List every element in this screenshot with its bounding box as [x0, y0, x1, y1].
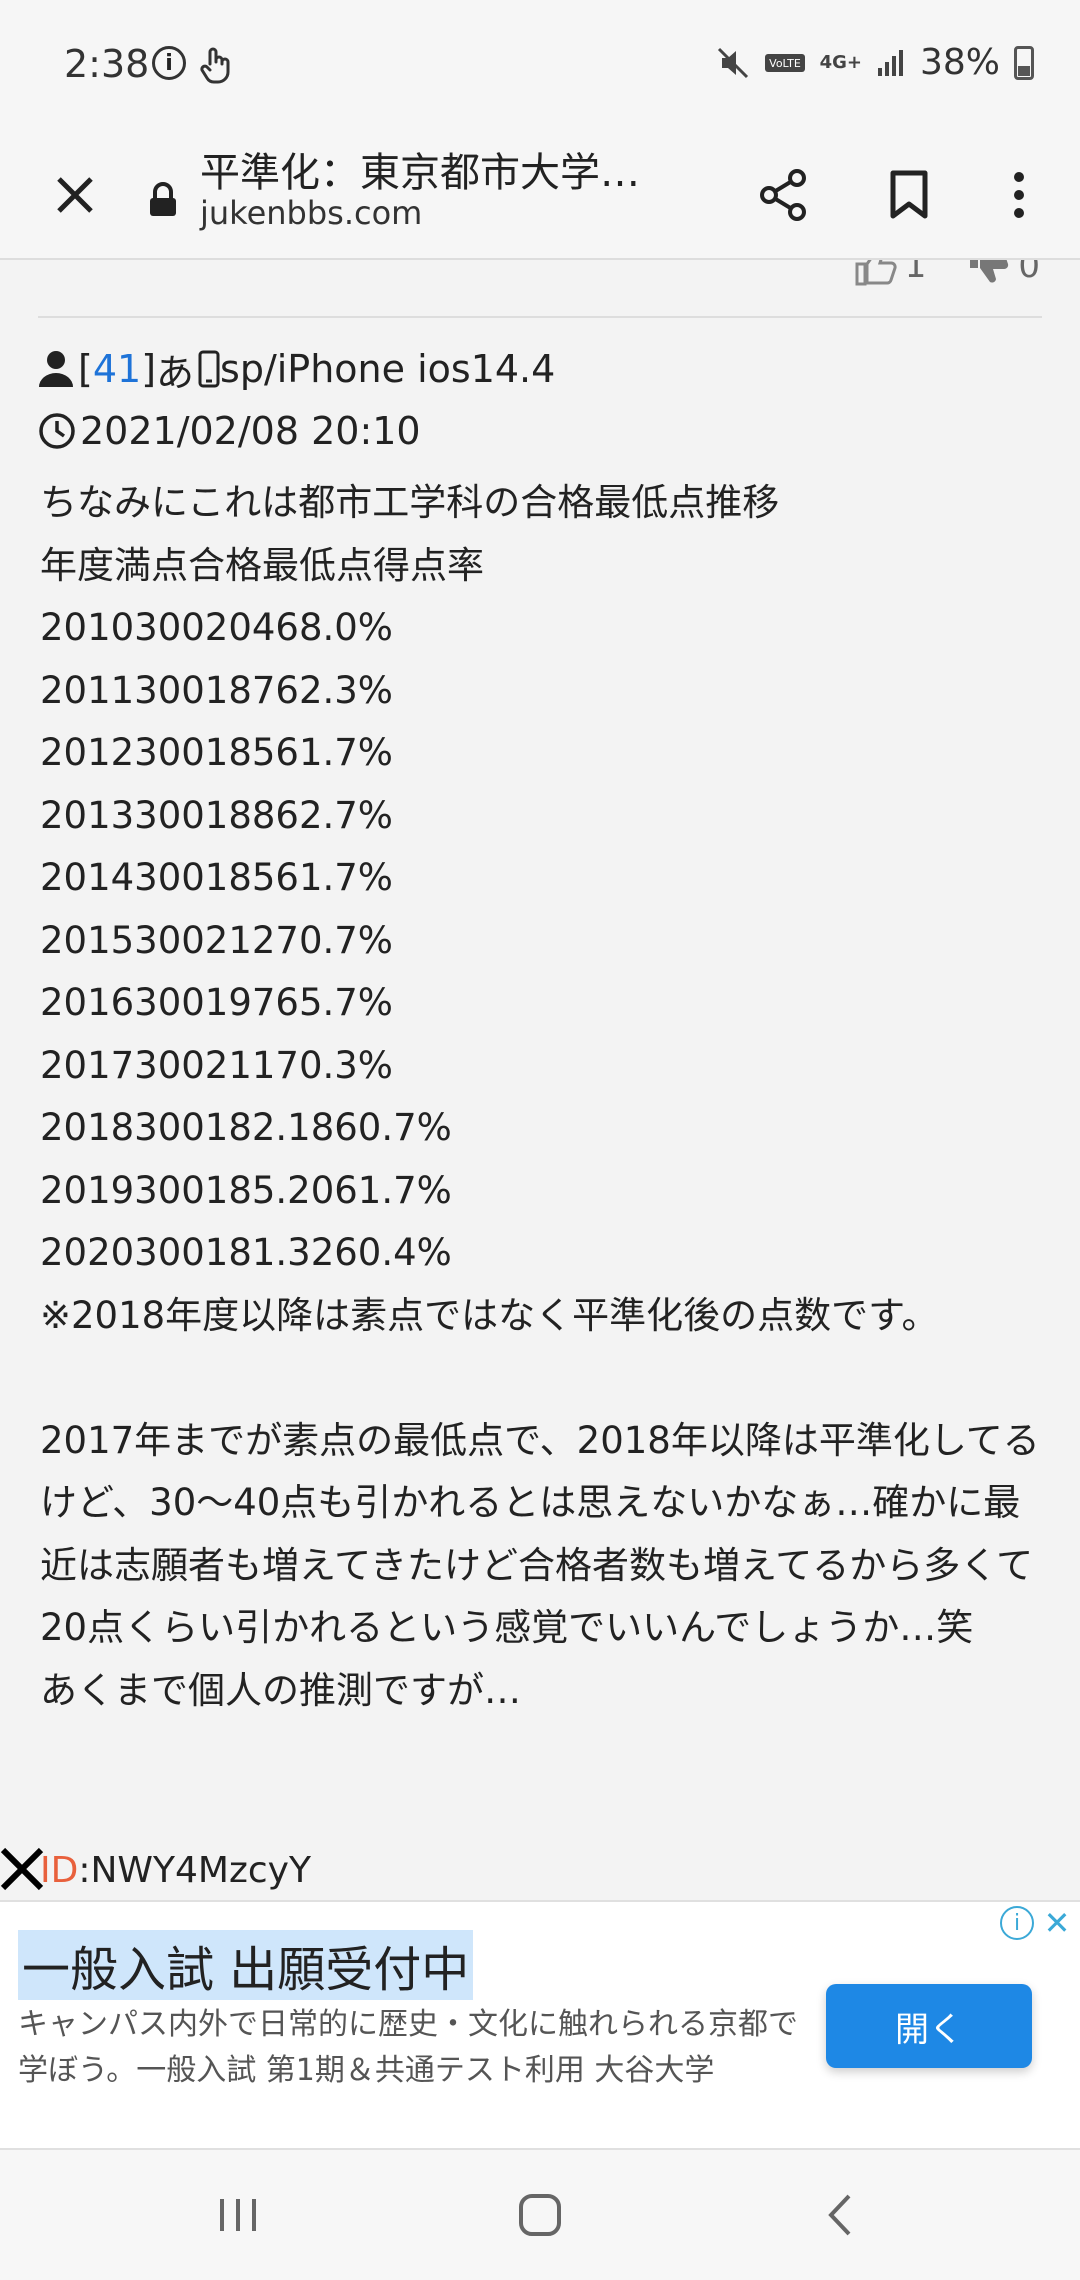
- close-icon: [57, 177, 93, 213]
- share-button[interactable]: [748, 160, 818, 230]
- status-time: 2:38: [64, 42, 150, 86]
- battery-percent: 38%: [919, 42, 1000, 83]
- ad-info-icon[interactable]: i: [1000, 1906, 1034, 1940]
- signal-icon: [877, 49, 903, 76]
- post-line: 201230018561.7%: [40, 731, 393, 774]
- browser-toolbar: 平準化：東京都市大学… jukenbbs.com: [0, 130, 1080, 260]
- page-content: 1 0 [41] あ sp/iPhone ios14.4 2021/02/08 …: [0, 260, 1080, 1900]
- post-line: 2018300182.1860.7%: [40, 1106, 452, 1149]
- lock-icon: [150, 182, 176, 216]
- ad-dismiss-button[interactable]: [0, 1845, 44, 1901]
- status-left-icons: i: [152, 46, 232, 84]
- user-icon: [39, 351, 73, 387]
- post-number-bracket: [: [78, 347, 93, 391]
- post-author-row: [41] あ sp/iPhone ios14.4: [38, 338, 555, 400]
- network-icon: 4G+: [819, 52, 862, 73]
- post-author: あ: [156, 350, 195, 395]
- post-line: 201030020468.0%: [40, 606, 393, 649]
- ad-close-icon[interactable]: ✕: [1040, 1904, 1074, 1942]
- post-line: ちなみにこれは都市工学科の合格最低点推移: [40, 481, 780, 524]
- back-icon: [828, 2194, 851, 2236]
- touch-icon: [200, 47, 230, 84]
- volte-icon: VoLTE: [764, 53, 805, 72]
- info-icon: i: [152, 46, 186, 80]
- post-line: 2020300181.3260.4%: [40, 1231, 452, 1274]
- svg-text:VoLTE: VoLTE: [769, 57, 801, 70]
- post-line: 201430018561.7%: [40, 856, 393, 899]
- bookmark-button[interactable]: [874, 160, 944, 230]
- thumbs-up-icon: [855, 260, 897, 286]
- ad-open-button[interactable]: 開く: [826, 1984, 1032, 2068]
- post-meta: [41] あ sp/iPhone ios14.4 2021/02/08 20:10: [38, 338, 555, 462]
- smartphone-icon: [198, 350, 220, 388]
- post-line: 201630019765.7%: [40, 981, 393, 1024]
- post-line: 201130018762.3%: [40, 668, 393, 712]
- close-icon: [0, 1847, 44, 1891]
- thumbs-down-icon: [970, 260, 1009, 283]
- downvote-count: 0: [1018, 260, 1040, 286]
- post-line: 年度満点合格最低点得点率: [40, 543, 484, 587]
- post-time-row: 2021/02/08 20:10: [38, 400, 555, 462]
- post-number-link[interactable]: 41: [93, 347, 141, 391]
- close-button[interactable]: [40, 160, 110, 230]
- status-right-icons: VoLTE 4G+ 38%: [716, 42, 1034, 83]
- share-icon: [760, 169, 806, 221]
- post-device: sp/iPhone ios14.4: [220, 347, 556, 391]
- post-paragraph: 2017年までが素点の最低点で、2018年以降は平準化してるけど、30〜40点も…: [40, 1418, 1040, 1650]
- post-id-value: :NWY4MzcyY: [78, 1850, 311, 1891]
- post-line: 201730021170.3%: [40, 1043, 393, 1087]
- post-id-label: ID: [40, 1850, 79, 1891]
- post-line: 201330018862.7%: [40, 793, 393, 837]
- page-domain[interactable]: jukenbbs.com: [200, 194, 422, 232]
- recents-button[interactable]: [198, 2180, 278, 2250]
- system-nav-bar: [0, 2150, 1080, 2280]
- post-id: ID:NWY4MzcyY: [40, 1850, 311, 1891]
- ad-banner[interactable]: i ✕ 一般入試 出願受付中 キャンパス内外で日常的に歴史・文化に触れられる京都…: [0, 1900, 1080, 2150]
- post-number-bracket-close: ]: [141, 347, 157, 391]
- post-timestamp: 2021/02/08 20:10: [80, 409, 421, 453]
- bookmark-icon: [890, 170, 928, 219]
- battery-icon: [1014, 45, 1034, 80]
- more-menu-button[interactable]: [984, 160, 1054, 230]
- home-icon: [519, 2194, 561, 2236]
- status-bar: 2:38 i VoLTE 4G+ 38%: [0, 0, 1080, 130]
- ad-description: キャンパス内外で日常的に歴史・文化に触れられる京都で学ぼう。一般入試 第1期＆共…: [18, 2007, 798, 2088]
- post-line: ※2018年度以降は素点ではなく平準化後の点数です。: [40, 1293, 939, 1337]
- recents-icon: [220, 2199, 256, 2231]
- post-line: 201530021270.7%: [40, 918, 393, 962]
- clock-icon: [39, 413, 75, 449]
- post-divider: [38, 316, 1042, 318]
- page-title[interactable]: 平準化：東京都市大学…: [200, 140, 680, 198]
- downvote-button[interactable]: 0: [966, 260, 1040, 286]
- back-button[interactable]: [800, 2180, 880, 2250]
- home-button[interactable]: [500, 2180, 580, 2250]
- post-line: 2019300185.2061.7%: [40, 1168, 452, 1212]
- upvote-count: 1: [904, 260, 927, 286]
- post-body: ちなみにこれは都市工学科の合格最低点推移 年度満点合格最低点得点率 201030…: [40, 472, 1050, 1722]
- more-icon: [1014, 172, 1024, 218]
- upvote-button[interactable]: 1: [853, 260, 927, 286]
- vote-bar: 1 0: [853, 260, 1040, 286]
- post-closing: あくまで個人の推測ですが…: [40, 1668, 521, 1712]
- mute-icon: [717, 47, 748, 78]
- ad-headline[interactable]: 一般入試 出願受付中: [18, 1930, 474, 2000]
